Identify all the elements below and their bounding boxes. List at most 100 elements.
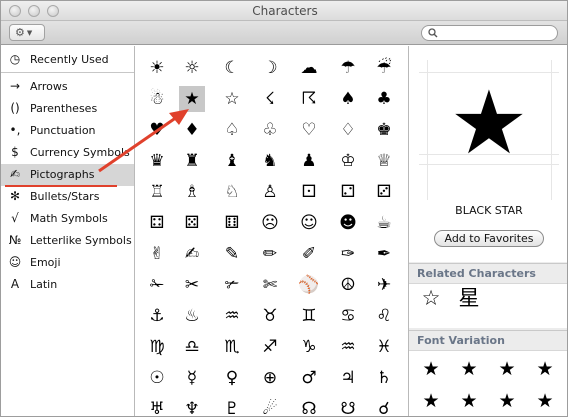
character-cell[interactable]: ✈ [371,272,397,298]
character-cell[interactable]: ♤ [219,117,245,143]
font-variation-character[interactable]: ★ [533,389,557,413]
character-cell[interactable]: ⚂ [371,179,397,205]
font-variation-character[interactable]: ★ [533,357,557,381]
character-cell[interactable]: ♅ [144,396,170,416]
sidebar-item-math-symbols[interactable]: √ Math Symbols [1,208,134,230]
character-cell[interactable]: ⚓ [144,303,170,329]
related-character[interactable]: ☆ [419,286,443,310]
character-cell[interactable]: ⚁ [335,179,361,205]
character-cell[interactable]: ♞ [257,148,283,174]
character-cell[interactable]: ♣ [371,86,397,112]
character-cell[interactable]: ☺ [296,210,322,236]
character-cell[interactable]: ⚃ [144,210,170,236]
character-cell[interactable]: ☕ [371,210,397,236]
character-cell[interactable]: ♊ [296,303,322,329]
character-cell[interactable]: ✁ [144,272,170,298]
character-cell[interactable]: ☊ [296,396,322,416]
character-cell[interactable]: ✂ [179,272,205,298]
character-cell[interactable]: ♆ [179,396,205,416]
character-cell[interactable]: ☿ [179,365,205,391]
sidebar-item-bullets-stars[interactable]: ✻ Bullets/Stars [1,186,134,208]
character-cell[interactable]: ☄ [257,396,283,416]
character-cell[interactable]: ✒ [371,241,397,267]
character-cell[interactable]: ♒ [219,303,245,329]
character-cell[interactable]: ☌ [371,396,397,416]
character-cell[interactable]: ♜ [179,148,205,174]
character-cell[interactable]: ☋ [335,396,361,416]
character-cell[interactable]: ⚀ [296,179,322,205]
sidebar-item-emoji[interactable]: ☺ Emoji [1,252,134,274]
character-cell[interactable]: ☔ [371,55,397,81]
character-cell[interactable]: ⊕ [257,365,283,391]
character-cell[interactable]: ✐ [296,241,322,267]
character-cell[interactable]: ☂ [335,55,361,81]
character-cell[interactable]: ☻ [335,210,361,236]
character-cell[interactable]: ♛ [144,148,170,174]
add-to-favorites-button[interactable]: Add to Favorites [434,230,544,247]
character-cell[interactable]: ⚅ [219,210,245,236]
character-cell[interactable]: ♒ [335,334,361,360]
character-cell[interactable]: ☽ [257,55,283,81]
action-menu-button[interactable]: ⚙ ▼ [9,24,45,41]
character-cell[interactable]: ♙ [257,179,283,205]
character-cell[interactable]: ♌ [371,303,397,329]
search-field[interactable] [421,25,558,41]
selected-character-cell[interactable]: ★ [179,86,205,112]
sidebar-item-letterlike-symbols[interactable]: № Letterlike Symbols [1,230,134,252]
character-cell[interactable]: ♠ [335,86,361,112]
character-cell[interactable]: ♝ [219,148,245,174]
character-cell[interactable]: ⚄ [179,210,205,236]
character-cell[interactable]: ♖ [144,179,170,205]
font-variation-character[interactable]: ★ [495,357,519,381]
character-cell[interactable]: ♘ [219,179,245,205]
sidebar-item-latin[interactable]: A Latin [1,274,134,296]
character-cell[interactable]: ☇ [257,86,283,112]
font-variation-character[interactable]: ★ [495,389,519,413]
character-cell[interactable]: ♋ [335,303,361,329]
character-cell[interactable]: ☾ [219,55,245,81]
character-cell[interactable]: ♕ [371,148,397,174]
character-cell[interactable]: ♓ [371,334,397,360]
character-cell[interactable]: ✄ [257,272,283,298]
character-cell[interactable]: ♉ [257,303,283,329]
character-cell[interactable]: ♏ [219,334,245,360]
character-cell[interactable]: ♔ [335,148,361,174]
character-cell[interactable]: ✑ [335,241,361,267]
character-cell[interactable]: ♥ [144,117,170,143]
character-cell[interactable]: ♂ [296,365,322,391]
character-cell[interactable]: ☀ [144,55,170,81]
character-cell[interactable]: ♐ [257,334,283,360]
character-cell[interactable]: ✏ [257,241,283,267]
character-cell[interactable]: ☈ [296,86,322,112]
character-cell[interactable]: ✃ [219,272,245,298]
sidebar-item-parentheses[interactable]: () Parentheses [1,98,134,120]
character-cell[interactable]: ☁ [296,55,322,81]
character-cell[interactable]: ♑ [296,334,322,360]
sidebar-item-recently-used[interactable]: ◷ Recently Used [1,49,134,71]
sidebar-item-punctuation[interactable]: •, Punctuation [1,120,134,142]
sidebar-item-arrows[interactable]: → Arrows [1,76,134,98]
character-cell[interactable]: ♦ [179,117,205,143]
character-cell[interactable]: ♨ [179,303,205,329]
character-cell[interactable]: ✎ [219,241,245,267]
character-cell[interactable]: ♟ [296,148,322,174]
font-variation-character[interactable]: ★ [419,357,443,381]
sidebar-item-pictographs[interactable]: ✍ Pictographs [1,164,134,186]
character-cell[interactable]: ☉ [144,365,170,391]
character-cell[interactable]: ☮ [335,272,361,298]
character-cell[interactable]: ♢ [335,117,361,143]
character-cell[interactable]: ♃ [335,365,361,391]
sidebar-item-currency-symbols[interactable]: $ Currency Symbols [1,142,134,164]
character-cell[interactable]: ♡ [296,117,322,143]
font-variation-character[interactable]: ★ [457,357,481,381]
character-cell[interactable]: ✌ [144,241,170,267]
character-cell[interactable]: ♗ [179,179,205,205]
character-cell[interactable]: ♇ [219,396,245,416]
character-cell[interactable]: ☃ [144,86,170,112]
character-cell[interactable]: ☹ [257,210,283,236]
character-cell[interactable]: ☆ [219,86,245,112]
character-cell[interactable]: ♀ [219,365,245,391]
character-cell[interactable]: ✍ [179,241,205,267]
font-variation-character[interactable]: ★ [419,389,443,413]
character-cell[interactable]: ♍ [144,334,170,360]
